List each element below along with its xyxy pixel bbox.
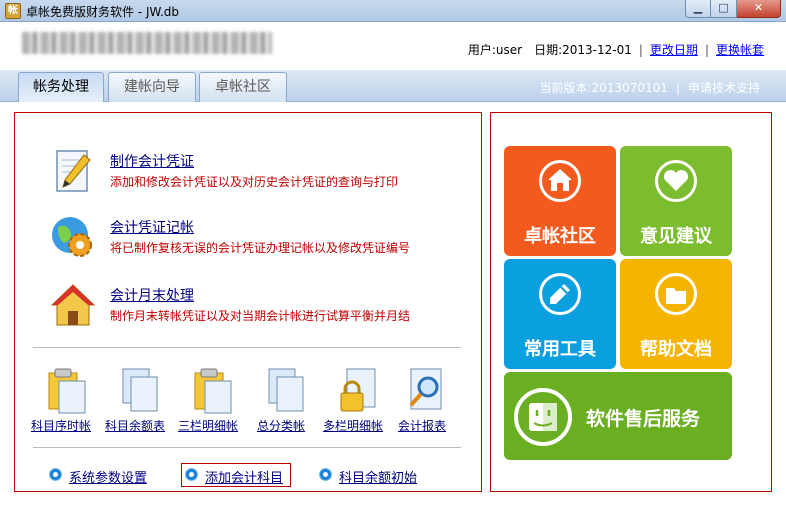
maximize-button[interactable]: □ xyxy=(711,0,737,18)
title-bar: 帐 卓帐免费版财务软件 - JW.db ▁ □ ✕ xyxy=(0,0,786,22)
report-general-ledger[interactable]: 总分类帐 xyxy=(257,417,305,434)
report-three-column[interactable]: 三栏明细帐 xyxy=(178,417,238,434)
document-icon[interactable] xyxy=(261,365,311,415)
document-icon[interactable] xyxy=(115,365,165,415)
task-post-voucher[interactable]: 会计凭证记帐 将已制作复核无误的会计凭证办理记帐以及修改凭证编号 xyxy=(15,213,475,269)
report-balance[interactable]: 科目余额表 xyxy=(105,417,165,434)
tile-label: 意见建议 xyxy=(640,226,712,247)
report-multi-column[interactable]: 多栏明细帐 xyxy=(323,417,383,434)
tile-help[interactable]: 帮助文档 xyxy=(620,259,732,369)
divider xyxy=(33,347,461,348)
close-button[interactable]: ✕ xyxy=(737,0,781,18)
bullet-icon xyxy=(49,468,62,481)
tab-bar: 帐务处理 建帐向导 卓帐社区 当前版本:2013070101 | 申请技术支持 xyxy=(0,70,786,103)
task-desc: 将已制作复核无误的会计凭证办理记帐以及修改凭证编号 xyxy=(110,241,411,255)
house-icon xyxy=(50,284,96,326)
edit-voucher-icon xyxy=(56,150,91,192)
accounting-panel: 制作会计凭证 添加和修改会计凭证以及对历史会计凭证的查询与打印 会计凭证记帐 将… xyxy=(14,112,482,492)
folder-icon xyxy=(655,273,697,315)
task-title[interactable]: 制作会计凭证 xyxy=(110,151,194,171)
company-name-blurred xyxy=(22,32,272,54)
search-document-icon[interactable] xyxy=(401,365,451,415)
tab-accounting[interactable]: 帐务处理 xyxy=(18,72,104,103)
date-label: 日期:2013-12-01 xyxy=(534,43,632,57)
change-date-link[interactable]: 更改日期 xyxy=(650,41,698,58)
globe-gear-icon xyxy=(52,217,92,257)
tile-after-sales[interactable]: 软件售后服务 xyxy=(504,372,732,460)
house-icon xyxy=(539,160,581,202)
tab-community[interactable]: 卓帐社区 xyxy=(199,72,287,102)
separator: | xyxy=(638,42,643,57)
version-info: 当前版本:2013070101 | 申请技术支持 xyxy=(539,81,760,95)
finder-face-icon xyxy=(514,388,572,446)
tab-setup-wizard[interactable]: 建帐向导 xyxy=(108,72,196,102)
app-icon: 帐 xyxy=(5,3,21,19)
tile-label: 帮助文档 xyxy=(640,339,712,360)
tile-community[interactable]: 卓帐社区 xyxy=(504,146,616,256)
version-text: 当前版本:2013070101 xyxy=(539,81,668,95)
separator: | xyxy=(704,42,709,57)
tile-label: 软件售后服务 xyxy=(586,408,701,430)
header: 用户:user 日期:2013-12-01 | 更改日期 | 更换帐套 xyxy=(0,22,786,70)
minimize-button[interactable]: ▁ xyxy=(685,0,711,18)
bullet-icon xyxy=(185,468,198,481)
window-controls: ▁ □ ✕ xyxy=(685,0,781,18)
task-title[interactable]: 会计月末处理 xyxy=(110,285,194,305)
clipboard-document-icon[interactable] xyxy=(41,365,91,415)
task-desc: 添加和修改会计凭证以及对历史会计凭证的查询与打印 xyxy=(110,175,399,189)
pencil-icon xyxy=(539,273,581,315)
header-info: 用户:user 日期:2013-12-01 | 更改日期 | 更换帐套 xyxy=(468,41,764,58)
tile-label: 常用工具 xyxy=(524,339,596,360)
initial-balance-link[interactable]: 科目余额初始 xyxy=(339,467,417,486)
task-desc: 制作月末转帐凭证以及对当期会计帐进行试算平衡并月结 xyxy=(110,309,411,323)
system-settings-link[interactable]: 系统参数设置 xyxy=(69,467,147,486)
tile-label: 卓帐社区 xyxy=(524,226,596,247)
main-body: 制作会计凭证 添加和修改会计凭证以及对历史会计凭证的查询与打印 会计凭证记帐 将… xyxy=(0,102,786,509)
tile-tools[interactable]: 常用工具 xyxy=(504,259,616,369)
task-title[interactable]: 会计凭证记帐 xyxy=(110,217,194,237)
heart-icon xyxy=(655,160,697,202)
switch-account-link[interactable]: 更换帐套 xyxy=(716,41,764,58)
bullet-icon xyxy=(319,468,332,481)
task-make-voucher[interactable]: 制作会计凭证 添加和修改会计凭证以及对历史会计凭证的查询与打印 xyxy=(15,147,475,203)
report-journal[interactable]: 科目序时帐 xyxy=(31,417,91,434)
task-month-end[interactable]: 会计月末处理 制作月末转帐凭证以及对当期会计帐进行试算平衡并月结 xyxy=(15,281,475,337)
window-title: 卓帐免费版财务软件 - JW.db xyxy=(26,5,180,19)
add-account-link[interactable]: 添加会计科目 xyxy=(205,467,283,486)
user-label: 用户:user xyxy=(467,43,523,57)
report-financial-statements[interactable]: 会计报表 xyxy=(398,417,446,434)
clipboard-document-icon[interactable] xyxy=(187,365,237,415)
locked-document-icon[interactable] xyxy=(333,365,383,415)
tech-support-link[interactable]: 申请技术支持 xyxy=(688,81,760,95)
tile-feedback[interactable]: 意见建议 xyxy=(620,146,732,256)
divider xyxy=(33,447,461,448)
shortcut-panel: 卓帐社区 意见建议 常用工具 帮助文档 软件售后服务 xyxy=(490,112,772,492)
